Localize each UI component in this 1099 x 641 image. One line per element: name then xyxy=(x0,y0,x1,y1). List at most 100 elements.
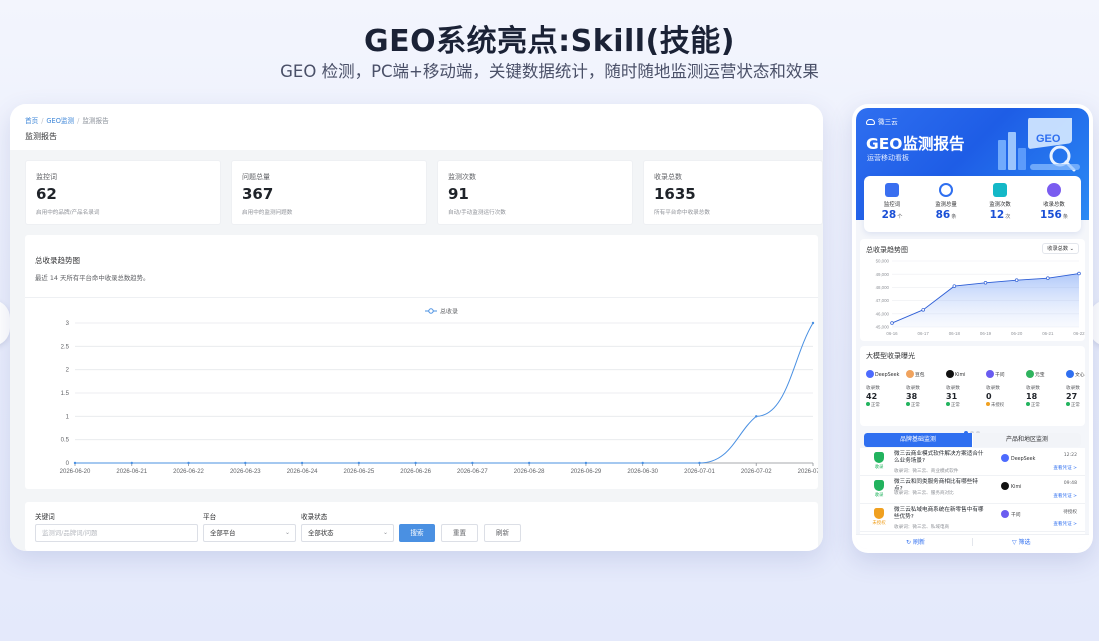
trend-line-chart: 总收录 0 0.5 1 1.5 2 2.5 3 2026-06-20 2026-06-21 2026… xyxy=(60,308,818,476)
data-point xyxy=(641,461,644,465)
view-proof-link[interactable]: 查看凭证 > xyxy=(1053,465,1077,471)
llm-item[interactable]: 千问 收录数 0 未授权 xyxy=(986,370,1023,408)
mobile-stats: 监控词 28个 监测总量 86条 监测次数 12次 收录总数 156条 xyxy=(864,176,1081,232)
monitor-row[interactable]: 未授权 微三云私域电商系统在新零售中有哪些优势? 收录词：微三云、私域电商 千问 待授权… xyxy=(860,504,1085,532)
monitor-row[interactable]: 收录 微三云和同类服务商相比有哪些特点? 收录词：微三云、服务商对比 Kimi 09:4… xyxy=(860,476,1085,504)
llm-logo-icon xyxy=(906,370,914,378)
data-point xyxy=(130,461,133,465)
breadcrumb-current: 监测报告 xyxy=(82,117,109,125)
report-title: 监测报告 xyxy=(25,132,57,141)
list-icon xyxy=(885,183,899,197)
llm-item[interactable]: 豆包 收录数 38 正常 xyxy=(906,370,943,408)
page-subtitle: GEO 检测，PC端+移动端，关键数据统计，随时随地监测运营状态和效果 xyxy=(280,62,819,81)
y-tick-label: 0.5 xyxy=(61,438,70,444)
y-tick-label: 1.5 xyxy=(61,391,70,397)
row-time: 待授权 xyxy=(1063,510,1077,515)
x-tick-label: 2026-06-29 xyxy=(571,469,602,475)
mobile-stat-hits: 收录总数 156条 xyxy=(1027,180,1081,230)
mobile-stat-keywords: 监控词 28个 xyxy=(865,180,919,230)
target-icon xyxy=(939,183,953,197)
row-time: 12:22 xyxy=(1063,453,1077,458)
llm-exposure-card: 大模型收录曝光 DeepSeek 收录数 42 正常 豆包 收录数 38 正常 Kimi 收录数 3… xyxy=(860,346,1085,435)
data-point xyxy=(187,461,190,465)
llm-metric-label: 收录数 xyxy=(946,386,960,391)
x-tick-label: 2026-06-23 xyxy=(230,469,261,475)
mobile-stat-runs: 监测次数 12次 xyxy=(973,180,1027,230)
x-tick-label: 2026-06-25 xyxy=(343,469,374,475)
filter-bar: 关键词 监测词/品牌词/问题 平台 全部平台 ⌄ 收录状态 全部状态 ⌄ 搜索 重置… xyxy=(25,502,818,551)
y-tick-label: 1 xyxy=(66,414,70,420)
data-point xyxy=(1046,276,1050,280)
llm-value: 31 xyxy=(946,392,958,401)
data-point xyxy=(357,461,361,465)
data-point xyxy=(414,461,417,465)
llm-metric-label: 收录数 xyxy=(1026,386,1040,391)
monitor-row[interactable]: 收录 微三云商业模式软件解决方案适合什么业务场景? 收录词：微三云、商业模式软件 De… xyxy=(860,448,1085,476)
llm-status: 正常 xyxy=(946,402,983,408)
cloud-icon xyxy=(866,119,875,125)
x-tick-label: 2026-07-02 xyxy=(741,469,772,475)
filter-action[interactable]: ▽ 筛选 xyxy=(1012,537,1031,546)
stat-card-questions: 问题总量 367 启用中的监测问题数 xyxy=(231,160,427,225)
status-badge: 收录 xyxy=(868,452,890,470)
breadcrumb-geo[interactable]: GEO监测 xyxy=(46,117,74,125)
status-select[interactable]: 全部状态 ⌄ xyxy=(301,524,394,542)
x-tick-label: 2026-06-30 xyxy=(627,469,658,475)
x-tick-label: 2026-06-26 xyxy=(400,469,431,475)
llm-status: 正常 xyxy=(906,402,943,408)
mobile-footer: ↻ 刷新 ▽ 筛选 xyxy=(856,534,1089,549)
llm-status: 未授权 xyxy=(986,402,1023,408)
x-tick-label: 2026-06-21 xyxy=(116,469,147,475)
llm-item[interactable]: Kimi 收录数 31 正常 xyxy=(946,370,983,408)
status-badge: 收录 xyxy=(868,480,890,498)
mobile-chart-title: 总收录趋势图 xyxy=(866,246,908,254)
x-tick-label: 2026-07-03 xyxy=(798,469,818,475)
tab-brand-monitor[interactable]: 品牌基础监测 xyxy=(864,433,972,447)
data-point xyxy=(698,461,701,465)
stat-card-hits: 收录总数 1635 所有平台命中收录总数 xyxy=(643,160,823,225)
search-button[interactable]: 搜索 xyxy=(399,524,435,542)
database-icon xyxy=(1047,183,1061,197)
stat-label: 收录总数 xyxy=(654,173,682,181)
shield-icon xyxy=(874,508,884,519)
breadcrumb-home[interactable]: 首页 xyxy=(25,117,38,125)
chevron-down-icon: ⌄ xyxy=(284,529,290,536)
x-tick-label: 06-19 xyxy=(980,331,992,336)
y-tick-label: 3 xyxy=(66,321,70,327)
mobile-area-chart: 45,000 46,000 47,000 48,000 49,000 50,000 06-1… xyxy=(876,259,1085,336)
refresh-icon: ↻ xyxy=(906,539,913,546)
stat-value: 12次 xyxy=(989,209,1011,221)
refresh-action[interactable]: ↻ 刷新 xyxy=(906,537,925,546)
mobile-tabs: 品牌基础监测 产品和地区监测 xyxy=(864,433,1081,447)
llm-item[interactable]: 文心 收录数 27 正常 xyxy=(1066,370,1089,408)
metric-dropdown[interactable]: 收录总数 ⌄ xyxy=(1042,243,1079,254)
shield-icon xyxy=(874,452,884,463)
refresh-button[interactable]: 刷新 xyxy=(484,524,521,542)
chart-subtitle: 最近 14 天所有平台命中收录总数趋势。 xyxy=(35,274,150,282)
x-tick-label: 2026-07-01 xyxy=(684,469,715,475)
stat-label: 监控词 xyxy=(36,173,57,181)
reset-button[interactable]: 重置 xyxy=(441,524,478,542)
x-tick-label: 06-22 xyxy=(1073,331,1085,336)
llm-status: 正常 xyxy=(866,402,903,408)
model-logo-icon xyxy=(1001,482,1009,490)
platform-select[interactable]: 全部平台 ⌄ xyxy=(203,524,296,542)
view-proof-link[interactable]: 查看凭证 > xyxy=(1053,521,1077,527)
tab-product-region[interactable]: 产品和地区监测 xyxy=(973,433,1081,447)
view-proof-link[interactable]: 查看凭证 > xyxy=(1053,493,1077,499)
breadcrumb-bar: 首页 / GEO监测 / 监测报告 监测报告 xyxy=(10,104,823,150)
llm-metric-label: 收录数 xyxy=(986,386,1000,391)
data-point xyxy=(527,461,531,465)
data-point xyxy=(952,284,957,288)
llm-logo-icon xyxy=(1066,370,1074,378)
stat-value: 28个 xyxy=(881,209,903,221)
status-select-value: 全部状态 xyxy=(308,529,334,537)
stat-value: 86条 xyxy=(935,209,957,221)
x-tick-label: 2026-06-20 xyxy=(60,469,91,475)
platform-select-value: 全部平台 xyxy=(210,529,236,537)
llm-item[interactable]: DeepSeek 收录数 42 正常 xyxy=(866,370,903,408)
keyword-input[interactable]: 监测词/品牌词/问题 xyxy=(35,524,198,542)
carousel-prev-button[interactable] xyxy=(0,300,10,346)
llm-item[interactable]: 元宝 收录数 18 正常 xyxy=(1026,370,1063,408)
stat-desc: 自动/手动监测运行次数 xyxy=(448,210,506,216)
